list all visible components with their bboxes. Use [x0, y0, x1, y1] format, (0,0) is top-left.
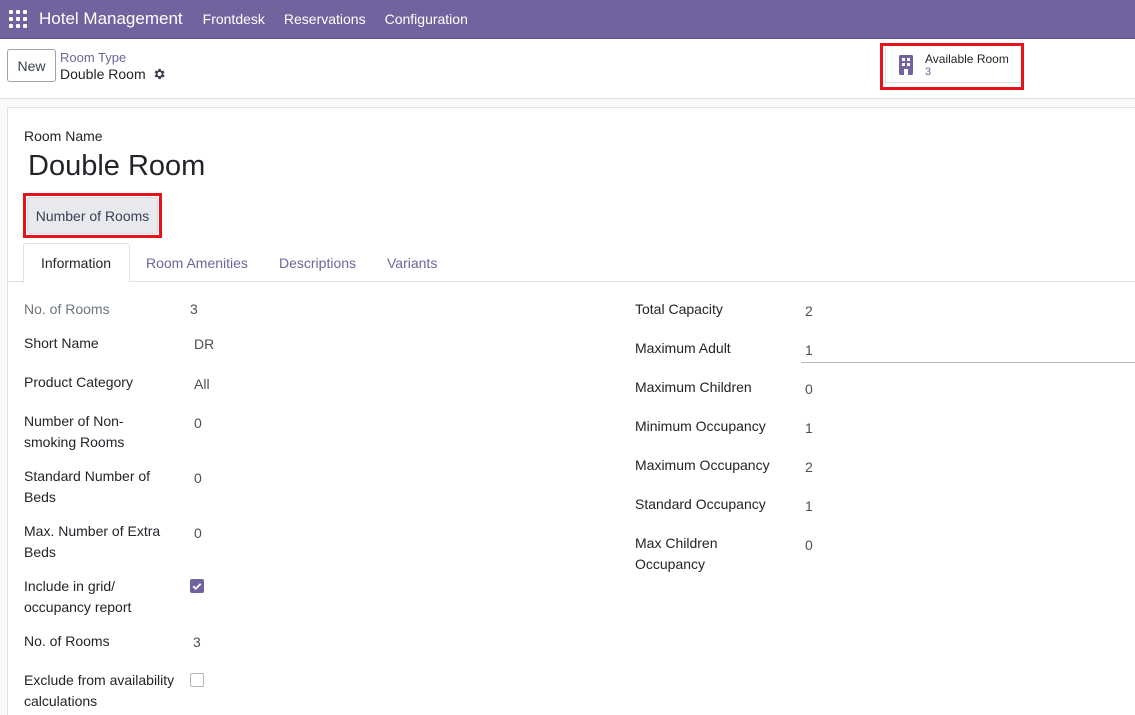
top-navbar: Hotel Management Frontdesk Reservations …: [0, 0, 1135, 39]
breadcrumb-room-type[interactable]: Room Type: [60, 50, 126, 65]
tab-room-amenities[interactable]: Room Amenities: [146, 243, 248, 283]
new-button[interactable]: New: [7, 49, 56, 82]
form-sheet: [7, 107, 1135, 715]
field-value-standard-beds[interactable]: 0: [194, 468, 202, 489]
field-label-minimum-occupancy: Minimum Occupancy: [635, 418, 766, 434]
field-label-include-grid-line1: Include in grid/: [24, 578, 116, 594]
field-value-non-smoking-rooms[interactable]: 0: [194, 413, 202, 434]
field-label-maximum-children: Maximum Children: [635, 379, 752, 395]
field-label-no-of-rooms-2: No. of Rooms: [24, 633, 110, 649]
gear-icon[interactable]: [152, 67, 166, 81]
available-room-label: Available Room: [925, 52, 1009, 66]
tab-variants[interactable]: Variants: [387, 243, 437, 283]
number-of-rooms-button[interactable]: Number of Rooms: [27, 197, 158, 234]
field-value-no-of-rooms-2[interactable]: 3: [193, 632, 201, 653]
field-value-total-capacity: 2: [805, 303, 813, 319]
breadcrumb-current: Double Room: [60, 66, 146, 82]
menu-configuration[interactable]: Configuration: [385, 11, 468, 27]
app-brand[interactable]: Hotel Management: [39, 9, 183, 29]
field-value-short-name[interactable]: DR: [194, 334, 214, 355]
field-label-maximum-adult: Maximum Adult: [635, 340, 731, 356]
field-label-exclude-availability-line1: Exclude from availability: [24, 672, 175, 688]
field-label-max-children-occupancy-line1: Max Children: [635, 535, 718, 551]
field-value-product-category[interactable]: All: [194, 374, 210, 395]
field-value-maximum-occupancy[interactable]: 2: [805, 457, 813, 478]
field-value-standard-occupancy[interactable]: 1: [805, 496, 813, 517]
field-label-product-category: Product Category: [24, 374, 133, 390]
room-name-label: Room Name: [24, 128, 103, 144]
menu-reservations[interactable]: Reservations: [284, 11, 366, 27]
room-name-field[interactable]: Double Room: [28, 150, 205, 183]
checkmark-icon: [192, 583, 202, 590]
field-label-short-name: Short Name: [24, 335, 99, 351]
maximum-adult-input-underline: [801, 362, 1135, 363]
building-icon: [899, 55, 913, 75]
field-value-max-children-occupancy[interactable]: 0: [805, 535, 813, 556]
field-label-standard-occupancy: Standard Occupancy: [635, 496, 766, 512]
field-label-standard-beds-line2: Beds: [24, 489, 56, 505]
tab-information-label[interactable]: Information: [41, 243, 111, 283]
exclude-availability-checkbox[interactable]: [190, 673, 204, 687]
include-grid-checkbox[interactable]: [190, 579, 204, 593]
field-value-extra-beds[interactable]: 0: [194, 523, 202, 544]
field-label-extra-beds-line2: Beds: [24, 544, 56, 560]
field-value-minimum-occupancy[interactable]: 1: [805, 418, 813, 439]
field-value-maximum-adult[interactable]: 1: [805, 340, 813, 361]
field-value-no-of-rooms: 3: [190, 301, 198, 317]
field-label-non-smoking-rooms-line1: Number of Non-: [24, 413, 124, 429]
field-label-maximum-occupancy: Maximum Occupancy: [635, 457, 770, 473]
control-panel: New Room Type Double Room Available Room…: [0, 39, 1135, 99]
available-room-value: 3: [925, 66, 932, 78]
field-label-total-capacity: Total Capacity: [635, 301, 723, 317]
apps-menu-icon[interactable]: [9, 10, 27, 28]
field-label-extra-beds-line1: Max. Number of Extra: [24, 523, 161, 539]
field-label-standard-beds-line1: Standard Number of: [24, 468, 151, 484]
field-label-exclude-availability-line2: calculations: [24, 693, 98, 709]
menu-frontdesk[interactable]: Frontdesk: [203, 11, 265, 27]
field-label-non-smoking-rooms-line2: smoking Rooms: [24, 434, 125, 450]
field-label-no-of-rooms: No. of Rooms: [24, 301, 110, 317]
field-label-max-children-occupancy-line2: Occupancy: [635, 556, 706, 572]
field-value-maximum-children[interactable]: 0: [805, 379, 813, 400]
tab-descriptions[interactable]: Descriptions: [279, 243, 356, 283]
field-label-include-grid-line2: occupancy report: [24, 599, 132, 615]
